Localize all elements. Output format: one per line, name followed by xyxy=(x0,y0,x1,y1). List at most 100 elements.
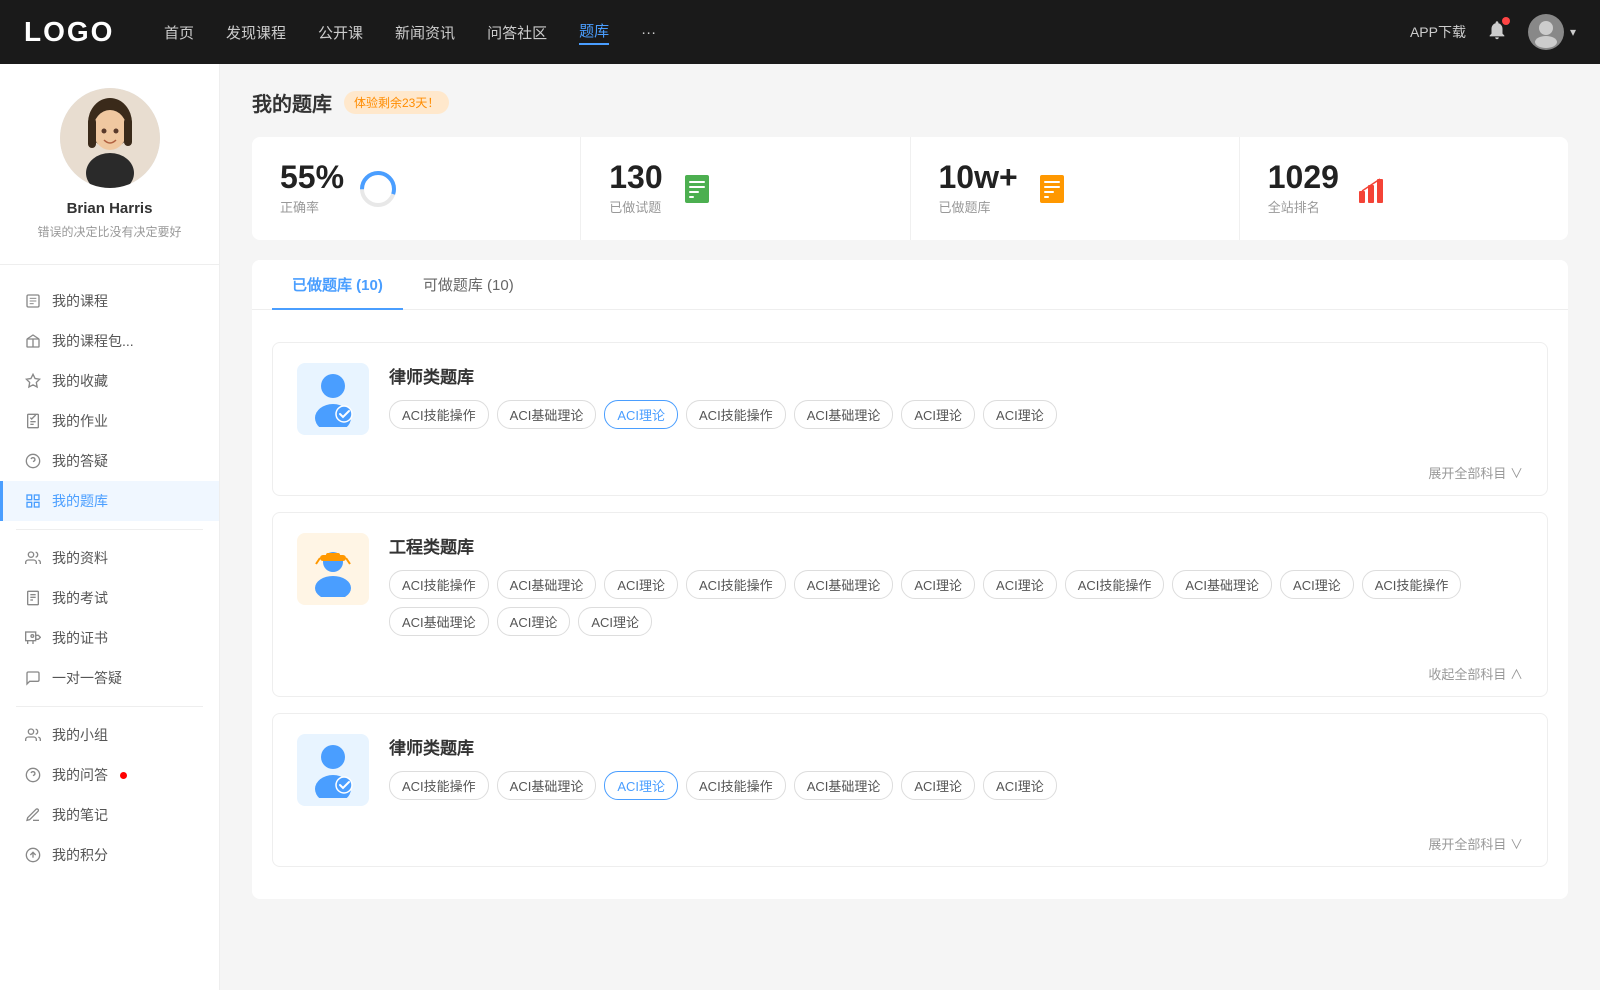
doc-green-icon xyxy=(677,169,717,209)
expand-link-1[interactable]: 展开全部科目 ∨ xyxy=(1428,466,1523,481)
package-icon xyxy=(24,332,42,350)
sidebar-item-package[interactable]: 我的课程包... xyxy=(0,321,219,361)
sidebar-divider-2 xyxy=(16,706,203,707)
sidebar-item-notes[interactable]: 我的笔记 xyxy=(0,795,219,835)
tag-5[interactable]: ACI理论 xyxy=(901,400,975,429)
sidebar-item-myqa[interactable]: 我的问答 xyxy=(0,755,219,795)
sidebar-label-oneone: 一对一答疑 xyxy=(52,668,122,688)
nav-more[interactable]: ··· xyxy=(641,24,656,41)
sidebar-item-course[interactable]: 我的课程 xyxy=(0,281,219,321)
eng-tag-10[interactable]: ACI技能操作 xyxy=(1362,570,1462,599)
homework-icon xyxy=(24,412,42,430)
group-icon xyxy=(24,726,42,744)
eng-tag-1[interactable]: ACI基础理论 xyxy=(497,570,597,599)
app-download-button[interactable]: APP下载 xyxy=(1410,22,1466,42)
stat-ranking: 1029 全站排名 xyxy=(1240,137,1568,240)
qbank-list: 律师类题库 ACI技能操作 ACI基础理论 ACI理论 ACI技能操作 ACI基… xyxy=(252,326,1568,899)
sidebar-item-favorites[interactable]: 我的收藏 xyxy=(0,361,219,401)
eng-tag-11[interactable]: ACI基础理论 xyxy=(389,607,489,636)
l2-tag-4[interactable]: ACI基础理论 xyxy=(794,771,894,800)
tab-todo[interactable]: 可做题库 (10) xyxy=(403,260,534,309)
tag-0[interactable]: ACI技能操作 xyxy=(389,400,489,429)
sidebar-item-points[interactable]: 我的积分 xyxy=(0,835,219,875)
profile-avatar xyxy=(60,88,160,188)
header: LOGO 首页 发现课程 公开课 新闻资讯 问答社区 题库 ··· APP下载 … xyxy=(0,0,1600,64)
sidebar-item-group[interactable]: 我的小组 xyxy=(0,715,219,755)
sidebar-label-points: 我的积分 xyxy=(52,845,108,865)
expand-link-3[interactable]: 展开全部科目 ∨ xyxy=(1428,837,1523,852)
tag-1[interactable]: ACI基础理论 xyxy=(497,400,597,429)
sidebar-item-oneone[interactable]: 一对一答疑 xyxy=(0,658,219,698)
chart-red-icon xyxy=(1353,169,1393,209)
sidebar-menu: 我的课程 我的课程包... 我的收藏 我的作业 xyxy=(0,265,219,891)
nav-news[interactable]: 新闻资讯 xyxy=(395,22,455,43)
l2-tag-0[interactable]: ACI技能操作 xyxy=(389,771,489,800)
sidebar-item-homework[interactable]: 我的作业 xyxy=(0,401,219,441)
content-card: 已做题库 (10) 可做题库 (10) xyxy=(252,260,1568,899)
doc-orange-icon xyxy=(1032,169,1072,209)
sidebar-item-qa[interactable]: 我的答疑 xyxy=(0,441,219,481)
l2-tag-1[interactable]: ACI基础理论 xyxy=(497,771,597,800)
sidebar-label-qa: 我的答疑 xyxy=(52,451,108,471)
sidebar: Brian Harris 错误的决定比没有决定要好 我的课程 我的课程包... xyxy=(0,64,220,990)
nav-qbank[interactable]: 题库 xyxy=(579,20,609,45)
l2-tag-6[interactable]: ACI理论 xyxy=(983,771,1057,800)
stat-ranking-value: 1029 xyxy=(1268,161,1339,193)
l2-tag-5[interactable]: ACI理论 xyxy=(901,771,975,800)
eng-tag-13[interactable]: ACI理论 xyxy=(578,607,652,636)
tag-6[interactable]: ACI理论 xyxy=(983,400,1057,429)
main-content: 我的题库 体验剩余23天！ 55% 正确率 1 xyxy=(220,64,1600,990)
eng-tag-3[interactable]: ACI技能操作 xyxy=(686,570,786,599)
qbank-footer-2: 收起全部科目 ∧ xyxy=(273,656,1547,696)
notes-icon xyxy=(24,806,42,824)
stat-accuracy-value: 55% xyxy=(280,161,344,193)
eng-tag-2[interactable]: ACI理论 xyxy=(604,570,678,599)
nav-discover[interactable]: 发现课程 xyxy=(226,22,286,43)
sidebar-label-myqa: 我的问答 xyxy=(52,765,108,785)
sidebar-label-exam: 我的考试 xyxy=(52,588,108,608)
eng-tag-8[interactable]: ACI基础理论 xyxy=(1172,570,1272,599)
sidebar-item-cert[interactable]: 我的证书 xyxy=(0,618,219,658)
notification-bell[interactable] xyxy=(1486,19,1508,46)
collapse-link[interactable]: 收起全部科目 ∧ xyxy=(1428,667,1523,682)
stat-done-questions: 130 已做试题 xyxy=(581,137,910,240)
logo[interactable]: LOGO xyxy=(24,16,124,48)
page-wrapper: Brian Harris 错误的决定比没有决定要好 我的课程 我的课程包... xyxy=(0,64,1600,990)
page-title: 我的题库 xyxy=(252,88,332,117)
qbank-card-lawyer-1: 律师类题库 ACI技能操作 ACI基础理论 ACI理论 ACI技能操作 ACI基… xyxy=(272,342,1548,496)
sidebar-item-exam[interactable]: 我的考试 xyxy=(0,578,219,618)
profile-motto: 错误的决定比没有决定要好 xyxy=(16,223,203,240)
stat-done-banks-value: 10w+ xyxy=(939,161,1018,193)
sidebar-label-cert: 我的证书 xyxy=(52,628,108,648)
nav-open-course[interactable]: 公开课 xyxy=(318,22,363,43)
qbank-title-lawyer-1: 律师类题库 xyxy=(389,363,1523,388)
eng-tag-6[interactable]: ACI理论 xyxy=(983,570,1057,599)
qbank-title-lawyer-2: 律师类题库 xyxy=(389,734,1523,759)
eng-tag-0[interactable]: ACI技能操作 xyxy=(389,570,489,599)
lawyer-icon-area-2 xyxy=(297,734,369,806)
sidebar-label-notes: 我的笔记 xyxy=(52,805,108,825)
eng-tag-4[interactable]: ACI基础理论 xyxy=(794,570,894,599)
nav-qa[interactable]: 问答社区 xyxy=(487,22,547,43)
qbank-card-lawyer-2: 律师类题库 ACI技能操作 ACI基础理论 ACI理论 ACI技能操作 ACI基… xyxy=(272,713,1548,867)
sidebar-label-profile: 我的资料 xyxy=(52,548,108,568)
profile-icon xyxy=(24,549,42,567)
eng-tag-9[interactable]: ACI理论 xyxy=(1280,570,1354,599)
stat-accuracy-label: 正确率 xyxy=(280,197,344,216)
tag-4[interactable]: ACI基础理论 xyxy=(794,400,894,429)
tag-3[interactable]: ACI技能操作 xyxy=(686,400,786,429)
l2-tag-3[interactable]: ACI技能操作 xyxy=(686,771,786,800)
accuracy-chart-icon xyxy=(358,169,398,209)
sidebar-item-qbank[interactable]: 我的题库 xyxy=(0,481,219,521)
tab-done[interactable]: 已做题库 (10) xyxy=(272,260,403,309)
qbank-icon xyxy=(24,492,42,510)
user-avatar-area[interactable]: ▾ xyxy=(1528,14,1576,50)
eng-tag-12[interactable]: ACI理论 xyxy=(497,607,571,636)
nav-home[interactable]: 首页 xyxy=(164,22,194,43)
eng-tag-5[interactable]: ACI理论 xyxy=(901,570,975,599)
stat-done-questions-label: 已做试题 xyxy=(609,197,662,216)
tag-2[interactable]: ACI理论 xyxy=(604,400,678,429)
l2-tag-2[interactable]: ACI理论 xyxy=(604,771,678,800)
sidebar-item-profile[interactable]: 我的资料 xyxy=(0,538,219,578)
eng-tag-7[interactable]: ACI技能操作 xyxy=(1065,570,1165,599)
